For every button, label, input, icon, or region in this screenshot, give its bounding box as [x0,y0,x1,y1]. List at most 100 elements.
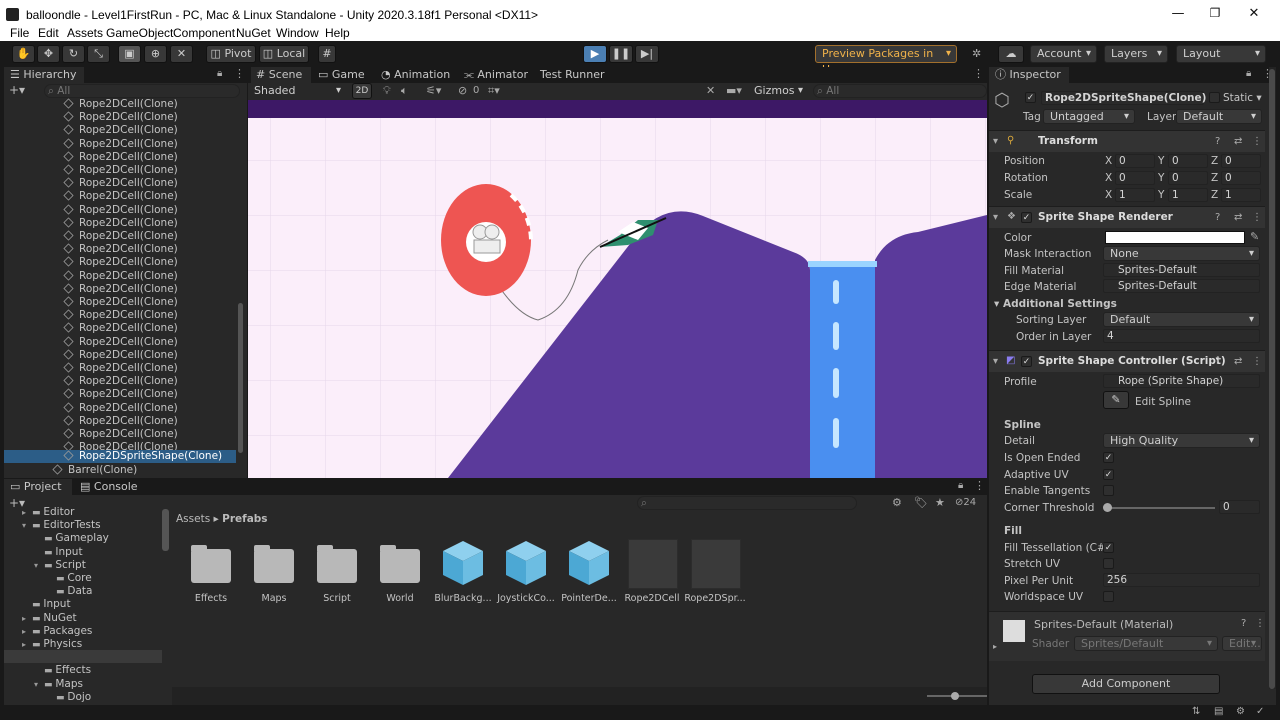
rotation-x-field[interactable]: 0 [1115,171,1155,185]
foldout-arrow-icon[interactable]: ▾ [34,559,44,572]
hierarchy-row[interactable]: Rope2DCell(Clone) [63,243,178,256]
edit-spline-button[interactable]: ✎ [1103,391,1129,409]
transform-header[interactable]: ▾ ⚲ Transform ? ⇄ ⋮ [989,130,1265,152]
folder-tree-item[interactable]: ▬ Core [46,572,92,585]
hierarchy-row[interactable]: Rope2DCell(Clone) [63,151,178,164]
2d-toggle[interactable]: 2D [352,83,372,99]
static-checkbox[interactable] [1209,92,1220,103]
shading-dropdown[interactable]: Shaded [248,83,346,101]
project-more-icon[interactable]: ⋮ [974,479,985,492]
inspector-lock-icon[interactable]: 🔒︎ [1246,68,1251,79]
hierarchy-search-input[interactable]: ⌕ All [44,84,240,98]
mask-interaction-dropdown[interactable]: None [1103,246,1260,261]
cloud-icon[interactable]: ☁ [998,45,1024,63]
filter-type-icon[interactable]: ⚙ [892,496,902,509]
hierarchy-row[interactable]: Rope2DCell(Clone) [63,204,178,217]
component-more-icon[interactable]: ⋮ [1252,136,1262,147]
tab-console[interactable]: ▤ Console [80,479,138,495]
prefab-cube-icon[interactable] [441,539,485,587]
folder-tree-item[interactable]: ▬ Gameplay [34,532,109,545]
foldout-arrow-icon[interactable]: ▸ [22,506,32,519]
minimize-icon[interactable]: — [1168,6,1188,24]
help-icon[interactable]: ? [1215,356,1220,367]
progress-icon[interactable]: ▤ [1214,706,1223,717]
presets-icon[interactable]: ⇄ [1234,212,1242,223]
component-more-icon[interactable]: ⋮ [1252,356,1262,367]
menu-file[interactable]: File [10,26,29,40]
collab-icon[interactable]: ⇅ [1192,706,1200,717]
folder-tree-item[interactable]: ▸ ▬ Packages [22,625,92,638]
corner-threshold-handle[interactable] [1103,503,1112,512]
hierarchy-row[interactable]: Rope2DCell(Clone) [63,415,178,428]
services-icon[interactable]: ✲ [972,47,981,60]
folder-asset-icon[interactable] [380,545,420,583]
hierarchy-row[interactable]: Rope2DCell(Clone) [63,362,178,375]
foldout-arrow-icon[interactable]: ▸ [22,625,32,638]
breadcrumb-assets[interactable]: Assets [176,513,210,525]
foldout-arrow-icon[interactable]: ▸ [22,612,32,625]
local-toggle[interactable]: ◫ Local [259,45,309,63]
is-open-ended-checkbox[interactable]: ✓ [1103,452,1114,463]
component-more-icon[interactable]: ⋮ [1252,212,1262,223]
close-icon[interactable]: ✕ [1244,6,1264,24]
shader-dropdown[interactable]: Sprites/Default [1074,636,1218,651]
rotation-z-field[interactable]: 0 [1221,171,1261,185]
step-button[interactable]: ▶| [635,45,659,63]
more-menu-icon[interactable]: ⋮ [234,67,245,80]
material-foldout-icon[interactable]: ▸ [993,642,997,651]
order-in-layer-field[interactable]: 4 [1103,329,1260,343]
grid-snap-icon[interactable]: # [318,45,336,63]
object-name-field[interactable]: Rope2DSpriteShape(Clone) [1041,91,1206,105]
tab-animator[interactable]: ⫘ Animator [464,67,528,83]
hierarchy-row[interactable]: Rope2DCell(Clone) [63,283,178,296]
hierarchy-row[interactable]: Rope2DCell(Clone) [63,138,178,151]
tab-inspector[interactable]: ⓘ Inspector [989,67,1069,83]
edge-material-field[interactable]: Sprites-Default [1103,279,1260,293]
tools-icon[interactable]: ✕ [706,84,715,97]
scene-viewport[interactable] [248,100,987,478]
favorite-icon[interactable]: ★ [935,496,945,509]
material-more-icon[interactable]: ⋮ [1255,618,1265,629]
hierarchy-row[interactable]: Rope2DCell(Clone) [63,375,178,388]
debug-icon[interactable]: ⚙ [1236,706,1245,717]
prefab-preview-icon[interactable] [628,539,678,589]
hierarchy-row[interactable]: Rope2DCell(Clone) [63,217,178,230]
hierarchy-row[interactable]: Rope2DCell(Clone) [63,336,178,349]
create-add-icon[interactable]: +▾ [9,83,25,97]
audio-icon[interactable]: 🔈︎ [401,84,408,98]
help-icon[interactable]: ? [1215,212,1220,223]
corner-threshold-field[interactable]: 0 [1219,500,1260,514]
position-x-field[interactable]: 0 [1115,154,1155,168]
folder-tree-item[interactable]: ▾ ▬ EditorTests [22,519,101,532]
prefab-cube-icon[interactable] [567,539,611,587]
presets-icon[interactable]: ⇄ [1234,136,1242,147]
preview-packages-dropdown[interactable]: Preview Packages in Use [815,45,957,76]
presets-icon[interactable]: ⇄ [1234,356,1242,367]
tab-hierarchy[interactable]: ☰ Hierarchy [4,67,84,83]
inspector-scrollbar[interactable] [1269,69,1275,689]
tab-scene[interactable]: # Scene [251,67,311,83]
scale-tool-icon[interactable]: ⤡ [87,45,110,63]
profile-field[interactable]: Rope (Sprite Shape) [1103,374,1260,388]
tab-project[interactable]: ▭ Project [4,479,72,495]
detail-dropdown[interactable]: High Quality [1103,433,1260,448]
notification-icon[interactable]: ✓ [1256,706,1264,717]
enable-tangents-checkbox[interactable] [1103,485,1114,496]
material-help-icon[interactable]: ? [1241,618,1246,629]
controller-enabled-checkbox[interactable]: ✓ [1021,356,1032,367]
hierarchy-row[interactable]: Rope2DCell(Clone) [63,256,178,269]
grid-icon[interactable]: ⌗▾ [488,84,500,98]
sprite-shape-controller-header[interactable]: ▾ ◩ ✓ Sprite Shape Controller (Script) ?… [989,350,1265,372]
sorting-layer-dropdown[interactable]: Default [1103,312,1260,327]
scene-more-icon[interactable]: ⋮ [973,67,984,80]
hierarchy-row[interactable]: Rope2DCell(Clone) [63,111,178,124]
active-checkbox[interactable]: ✓ [1025,92,1036,103]
foldout-arrow-icon[interactable]: ▾ [22,519,32,532]
hierarchy-row[interactable]: Rope2DCell(Clone) [63,190,178,203]
hidden-packages-count[interactable]: ⊘24 [955,497,976,508]
hierarchy-row[interactable]: Rope2DCell(Clone) [63,177,178,190]
menu-help[interactable]: Help [325,26,350,40]
scene-search-input[interactable]: ⌕ All [813,84,987,98]
hierarchy-row-barrel[interactable]: Barrel(Clone) [52,464,137,477]
custom-tool-icon[interactable]: ✕ [170,45,193,63]
